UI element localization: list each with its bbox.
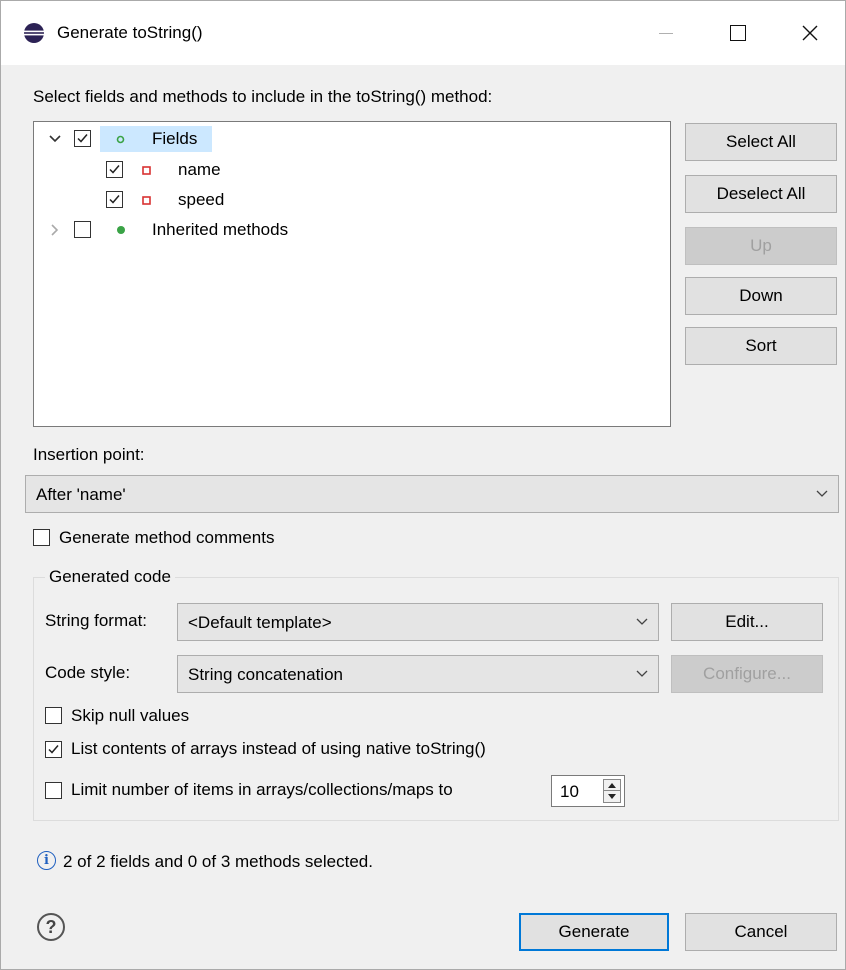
tree-item-label: speed [178, 190, 225, 209]
select-all-button[interactable]: Select All [685, 123, 837, 161]
close-button[interactable] [775, 1, 845, 65]
tree-item-inherited-methods[interactable]: Inherited methods [34, 216, 670, 244]
string-format-select[interactable]: <Default template> [177, 603, 659, 641]
help-icon[interactable]: ? [37, 913, 65, 941]
generate-button[interactable]: Generate [519, 913, 669, 951]
tree-item-speed[interactable]: speed [34, 186, 670, 214]
generate-comments-label: Generate method comments [59, 528, 275, 547]
generated-code-group-label: Generated code [45, 567, 175, 587]
status-message: 2 of 2 fields and 0 of 3 methods selecte… [63, 852, 373, 871]
chevron-down-icon [636, 670, 648, 677]
tree-item-label: Fields [152, 129, 198, 148]
string-format-label: String format: [45, 611, 148, 630]
speed-checkbox[interactable] [106, 191, 123, 208]
public-method-icon [117, 226, 125, 234]
spinner-down-button[interactable] [604, 791, 620, 802]
generate-comments-checkbox[interactable] [33, 529, 50, 546]
minimize-button[interactable] [631, 1, 701, 65]
close-icon [802, 25, 818, 41]
tree-item-label: Inherited methods [152, 220, 289, 239]
limit-items-checkbox[interactable] [45, 782, 62, 799]
chevron-down-icon [636, 618, 648, 625]
name-checkbox[interactable] [106, 161, 123, 178]
spinner-buttons [603, 779, 621, 803]
insertion-point-select[interactable]: After 'name' [25, 475, 839, 513]
code-style-value: String concatenation [188, 665, 343, 684]
skip-null-label: Skip null values [71, 706, 190, 725]
insertion-point-label: Insertion point: [33, 445, 145, 464]
sort-button[interactable]: Sort [685, 327, 837, 365]
up-button[interactable]: Up [685, 227, 837, 265]
string-format-value: <Default template> [188, 613, 332, 632]
cancel-button[interactable]: Cancel [685, 913, 837, 951]
insertion-point-value: After 'name' [36, 485, 126, 504]
list-arrays-checkbox[interactable] [45, 741, 62, 758]
maximize-icon [730, 25, 746, 41]
skip-null-checkbox[interactable] [45, 707, 62, 724]
generate-tostring-dialog: Generate toString() Select fields and me… [0, 0, 846, 970]
caret-down-icon [608, 794, 616, 799]
minimize-icon [659, 32, 673, 34]
deselect-all-button[interactable]: Deselect All [685, 175, 837, 213]
chevron-down-icon [816, 490, 828, 497]
window-title: Generate toString() [57, 23, 203, 42]
list-arrays-label: List contents of arrays instead of using… [71, 739, 486, 758]
private-field-icon [142, 166, 151, 175]
member-tree[interactable]: Fields name speed Inherited methods [33, 121, 671, 427]
selection-prompt: Select fields and methods to include in … [33, 87, 493, 106]
code-style-select[interactable]: String concatenation [177, 655, 659, 693]
fields-checkbox[interactable] [74, 130, 91, 147]
title-bar: Generate toString() [1, 1, 845, 65]
inherited-methods-checkbox[interactable] [74, 221, 91, 238]
edit-button[interactable]: Edit... [671, 603, 823, 641]
tree-item-fields[interactable]: Fields [34, 125, 670, 153]
limit-items-value: 10 [560, 782, 579, 801]
chevron-down-icon[interactable] [48, 132, 62, 146]
limit-items-label: Limit number of items in arrays/collecti… [71, 780, 453, 799]
spinner-up-button[interactable] [604, 780, 620, 791]
private-field-icon [142, 196, 151, 205]
limit-items-spinner[interactable]: 10 [551, 775, 625, 807]
tree-item-label: name [178, 160, 221, 179]
code-style-label: Code style: [45, 663, 131, 682]
eclipse-icon [23, 22, 45, 44]
caret-up-icon [608, 782, 616, 788]
field-group-icon [116, 135, 125, 144]
maximize-button[interactable] [703, 1, 773, 65]
tree-item-name[interactable]: name [34, 156, 670, 184]
down-button[interactable]: Down [685, 277, 837, 315]
configure-button[interactable]: Configure... [671, 655, 823, 693]
info-icon: i [37, 851, 56, 870]
chevron-right-icon[interactable] [48, 223, 62, 237]
